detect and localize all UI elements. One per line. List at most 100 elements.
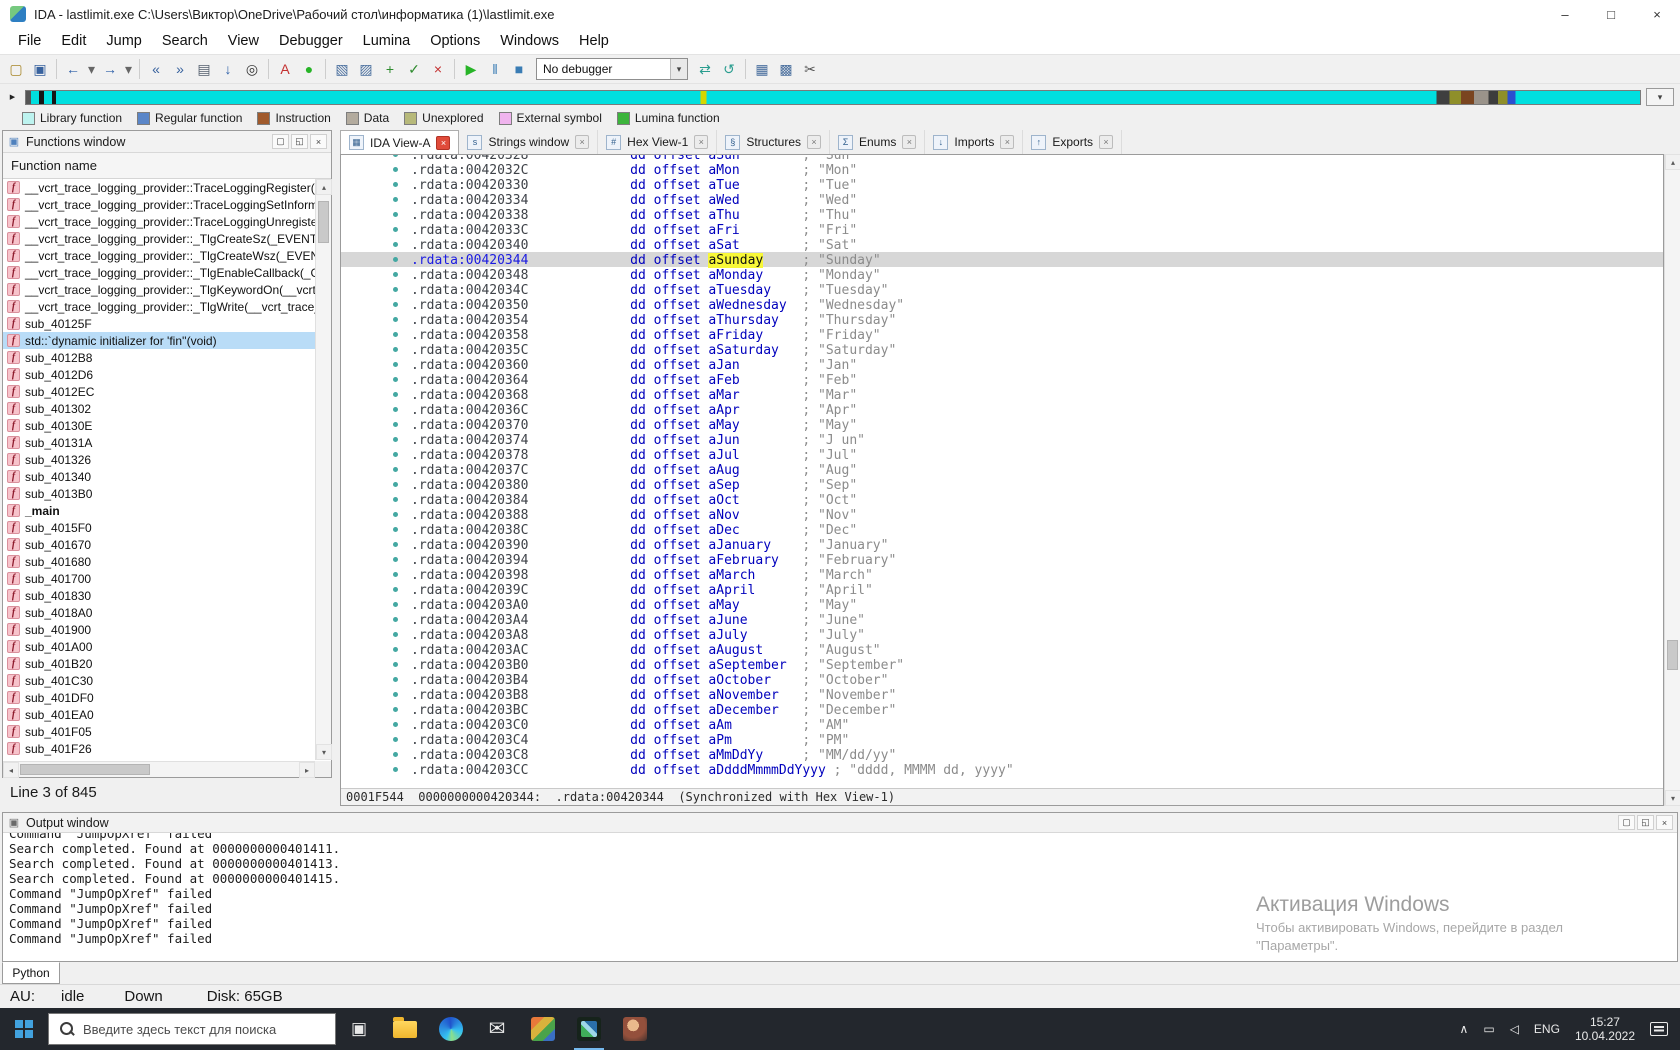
output-window-titlebar[interactable]: ▣ Output window ▢ ◱ ×	[3, 813, 1677, 833]
menu-view[interactable]: View	[218, 33, 269, 49]
tab-close-icon[interactable]: ×	[575, 135, 589, 149]
disasm-vertical-scrollbar[interactable]: ▴ ▾	[1664, 154, 1680, 806]
disasm-line[interactable]: .rdata:00420328 dd offset aSun ; "Sun"	[341, 155, 1663, 162]
disasm-line[interactable]: .rdata:0042038C dd offset aDec ; "Dec"	[341, 522, 1663, 537]
tab-imports[interactable]: ↓Imports×	[925, 130, 1023, 154]
disasm-line[interactable]: .rdata:0042039C dd offset aApril ; "Apri…	[341, 582, 1663, 597]
function-row[interactable]: f__vcrt_trace_logging_provider::_TlgCrea…	[3, 230, 315, 247]
disasm-line[interactable]: .rdata:004203A4 dd offset aJune ; "June"	[341, 612, 1663, 627]
disasm-line[interactable]: .rdata:004203C8 dd offset aMmDdYy ; "MM/…	[341, 747, 1663, 762]
function-row[interactable]: fsub_4012EC	[3, 383, 315, 400]
disasm-line[interactable]: .rdata:004203CC dd offset aDdddMmmmDdYyy…	[341, 762, 1663, 777]
function-row[interactable]: fsub_401EA0	[3, 706, 315, 723]
function-row[interactable]: fstd::`dynamic initializer for 'fin''(vo…	[3, 332, 315, 349]
clock[interactable]: 15:27 10.04.2022	[1575, 1015, 1635, 1043]
function-row[interactable]: fsub_4018A0	[3, 604, 315, 621]
notification-center-icon[interactable]	[1650, 1022, 1668, 1036]
create-function-button[interactable]: +	[378, 57, 402, 81]
function-row[interactable]: fsub_401F26	[3, 740, 315, 757]
tab-close-icon[interactable]: ×	[807, 135, 821, 149]
function-row[interactable]: fsub_4012D6	[3, 366, 315, 383]
tab-close-icon[interactable]: ×	[436, 136, 450, 150]
disasm-line[interactable]: .rdata:004203A0 dd offset aMay ; "May"	[341, 597, 1663, 612]
file-explorer-button[interactable]	[382, 1008, 428, 1050]
edit-function-button[interactable]: ✓	[402, 57, 426, 81]
disasm-line[interactable]: .rdata:004203C4 dd offset aPm ; "PM"	[341, 732, 1663, 747]
disasm-line[interactable]: .rdata:0042032C dd offset aMon ; "Mon"	[341, 162, 1663, 177]
scroll-left-icon[interactable]: ◂	[3, 762, 19, 778]
menu-help[interactable]: Help	[569, 33, 619, 49]
scroll-up-icon[interactable]: ▴	[316, 179, 332, 195]
tab-close-icon[interactable]: ×	[1099, 135, 1113, 149]
scroll-down-icon[interactable]: ▾	[316, 744, 332, 760]
function-row[interactable]: fsub_4015F0	[3, 519, 315, 536]
disasm-line[interactable]: .rdata:0042033C dd offset aFri ; "Fri"	[341, 222, 1663, 237]
function-row[interactable]: f__vcrt_trace_logging_provider::_TlgWrit…	[3, 298, 315, 315]
disasm-line[interactable]: .rdata:004203B8 dd offset aNovember ; "N…	[341, 687, 1663, 702]
panel-close-button[interactable]: ×	[1656, 815, 1673, 830]
search-button[interactable]: ◎	[240, 57, 264, 81]
task-view-button[interactable]: ▣	[336, 1008, 382, 1050]
disasm-line[interactable]: .rdata:00420360 dd offset aJan ; "Jan"	[341, 357, 1663, 372]
disasm-line[interactable]: .rdata:00420388 dd offset aNov ; "Nov"	[341, 507, 1663, 522]
graph-view-button[interactable]: ▧	[330, 57, 354, 81]
disasm-line[interactable]: .rdata:00420398 dd offset aMarch ; "Marc…	[341, 567, 1663, 582]
debugger-select[interactable]: No debugger▾	[536, 58, 688, 80]
edge-button[interactable]	[428, 1008, 474, 1050]
function-row[interactable]: f__vcrt_trace_logging_provider::_TlgCrea…	[3, 247, 315, 264]
function-row[interactable]: fsub_401326	[3, 451, 315, 468]
jump-next-button[interactable]: »	[168, 57, 192, 81]
minimize-button[interactable]: –	[1542, 0, 1588, 28]
delete-function-button[interactable]: ×	[426, 57, 450, 81]
scrollbar-thumb[interactable]	[318, 201, 329, 243]
disasm-line[interactable]: .rdata:004203B4 dd offset aOctober ; "Oc…	[341, 672, 1663, 687]
panel-float-button[interactable]: ◱	[291, 134, 308, 149]
scroll-down-icon[interactable]: ▾	[1665, 790, 1680, 806]
menu-file[interactable]: File	[8, 33, 51, 49]
menu-debugger[interactable]: Debugger	[269, 33, 353, 49]
panel-restore-button[interactable]: ▢	[1618, 815, 1635, 830]
new-file-button[interactable]: ▢	[4, 57, 28, 81]
function-name-column-header[interactable]: Function name	[3, 153, 331, 179]
function-row[interactable]: fsub_401830	[3, 587, 315, 604]
disasm-line[interactable]: .rdata:00420380 dd offset aSep ; "Sep"	[341, 477, 1663, 492]
forward-history-button[interactable]: ▾	[122, 57, 135, 81]
function-row[interactable]: f__vcrt_trace_logging_provider::_TlgEnab…	[3, 264, 315, 281]
jump-previous-button[interactable]: «	[144, 57, 168, 81]
disasm-line[interactable]: .rdata:00420368 dd offset aMar ; "Mar"	[341, 387, 1663, 402]
function-row[interactable]: f__vcrt_trace_logging_provider::_TlgKeyw…	[3, 281, 315, 298]
function-row[interactable]: fsub_40125F	[3, 315, 315, 332]
start-button[interactable]	[0, 1008, 48, 1050]
menu-options[interactable]: Options	[420, 33, 490, 49]
tab-structures[interactable]: §Structures×	[717, 130, 830, 154]
panel-float-button[interactable]: ◱	[1637, 815, 1654, 830]
disasm-line[interactable]: .rdata:004203C0 dd offset aAm ; "AM"	[341, 717, 1663, 732]
function-row[interactable]: f_main	[3, 502, 315, 519]
navband-zoom-dropdown[interactable]: ▾	[1646, 88, 1674, 106]
tab-hex-view-1[interactable]: #Hex View-1×	[598, 130, 717, 154]
disasm-line[interactable]: .rdata:00420390 dd offset aJanuary ; "Ja…	[341, 537, 1663, 552]
maximize-button[interactable]: □	[1588, 0, 1634, 28]
save-button[interactable]: ▣	[28, 57, 52, 81]
disasm-line[interactable]: .rdata:004203BC dd offset aDecember ; "D…	[341, 702, 1663, 717]
tab-close-icon[interactable]: ×	[694, 135, 708, 149]
function-row[interactable]: fsub_401C30	[3, 672, 315, 689]
panel-close-button[interactable]: ×	[310, 134, 327, 149]
volume-icon[interactable]: ◁	[1510, 1022, 1519, 1036]
open-subviews-button[interactable]: ▦	[750, 57, 774, 81]
print-button[interactable]: ▤	[192, 57, 216, 81]
menu-jump[interactable]: Jump	[96, 33, 151, 49]
mail-button[interactable]: ✉	[474, 1008, 520, 1050]
disasm-line[interactable]: .rdata:004203AC dd offset aAugust ; "Aug…	[341, 642, 1663, 657]
function-row[interactable]: fsub_401700	[3, 570, 315, 587]
function-row[interactable]: fsub_40131A	[3, 434, 315, 451]
menu-edit[interactable]: Edit	[51, 33, 96, 49]
disasm-line[interactable]: .rdata:00420354 dd offset aThursday ; "T…	[341, 312, 1663, 327]
start-process-button[interactable]: ▶	[459, 57, 483, 81]
tab-close-icon[interactable]: ×	[902, 135, 916, 149]
function-row[interactable]: fsub_401302	[3, 400, 315, 417]
menu-search[interactable]: Search	[152, 33, 218, 49]
disasm-line[interactable]: .rdata:00420344 dd offset aSunday ; "Sun…	[341, 252, 1663, 267]
refresh-memory-button[interactable]: ↺	[717, 57, 741, 81]
disasm-line[interactable]: .rdata:00420330 dd offset aTue ; "Tue"	[341, 177, 1663, 192]
